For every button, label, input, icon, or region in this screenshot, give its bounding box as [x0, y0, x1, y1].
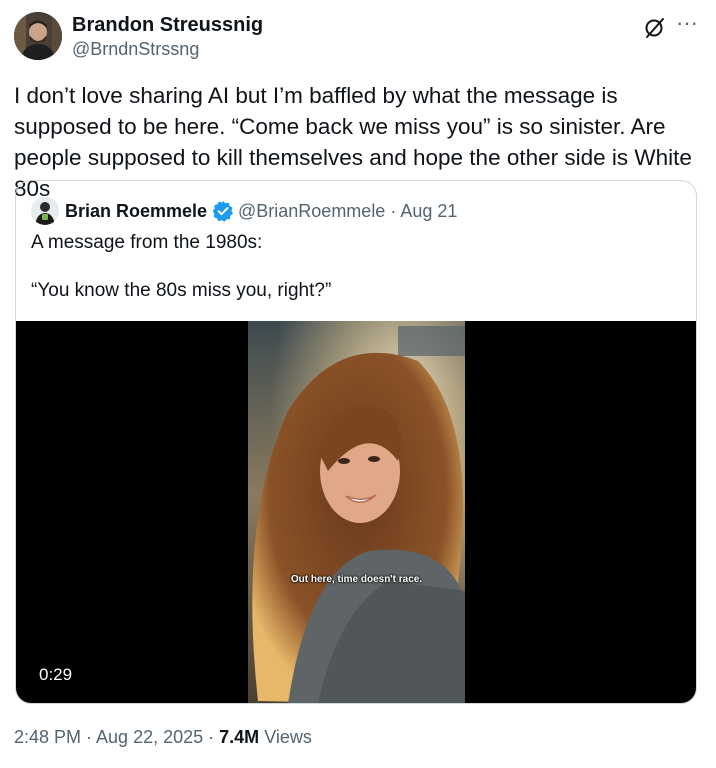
grok-icon[interactable] — [643, 16, 667, 40]
quoted-author-avatar[interactable] — [31, 197, 59, 225]
user-avatar-image — [14, 12, 62, 60]
author-display-name[interactable]: Brandon Streussnig — [72, 14, 263, 37]
video-player[interactable]: Out here, time doesn't race. 0:29 — [16, 321, 696, 703]
more-icon[interactable]: ··· — [672, 12, 702, 38]
author-avatar[interactable] — [14, 12, 62, 60]
views-count[interactable]: 7.4M — [219, 727, 259, 747]
tweet-timestamp[interactable]: 2:48 PM · Aug 22, 2025 — [14, 727, 203, 747]
views-label: Views — [264, 727, 312, 747]
timestamp-separator: · — [203, 727, 220, 747]
video-duration-badge: 0:29 — [30, 662, 82, 688]
verified-badge-icon — [212, 200, 234, 222]
quoted-author-meta[interactable]: @BrianRoemmele · Aug 21 — [238, 201, 457, 222]
quoted-author-display-name[interactable]: Brian Roemmele — [65, 201, 207, 222]
video-thumbnail[interactable]: Out here, time doesn't race. — [248, 321, 465, 703]
author-handle[interactable]: @BrndnStrssng — [72, 39, 199, 60]
tweet-timestamp-row: 2:48 PM · Aug 22, 2025 · 7.4M Views — [14, 727, 312, 748]
quoted-tweet-text: A message from the 1980s: “You know the … — [31, 232, 332, 301]
quoted-avatar-image — [31, 197, 59, 225]
video-caption: Out here, time doesn't race. — [290, 574, 423, 585]
quoted-tweet-card[interactable]: Brian Roemmele @BrianRoemmele · Aug 21 A… — [15, 180, 697, 704]
